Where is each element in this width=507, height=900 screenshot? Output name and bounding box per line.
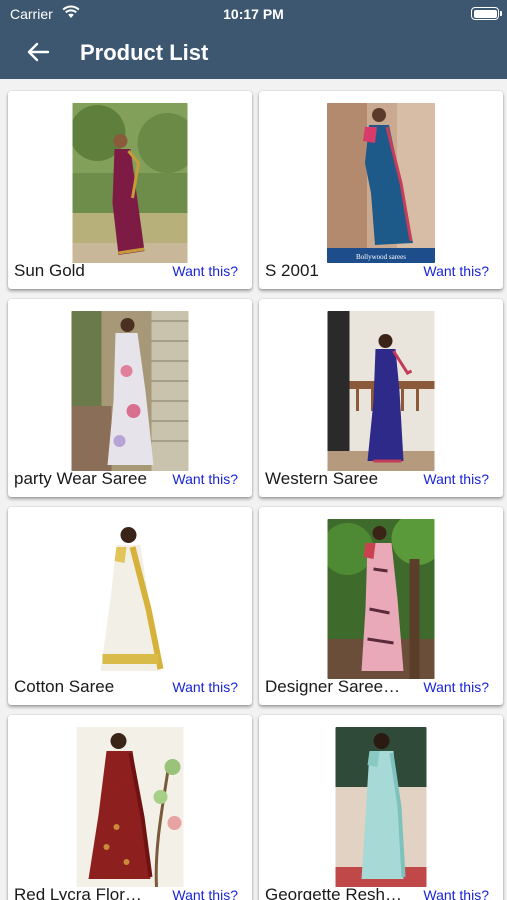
back-arrow-icon[interactable] (24, 38, 52, 66)
product-card[interactable]: Sun Gold Want this? (8, 91, 252, 289)
product-card[interactable]: party Wear Saree Want this? (8, 299, 252, 497)
product-card[interactable]: Western Saree Want this? (259, 299, 503, 497)
product-name: Sun Gold (14, 261, 85, 280)
want-this-link[interactable]: Want this? (423, 263, 489, 279)
battery-icon (471, 7, 502, 20)
product-name: Red Lycra Flor… (14, 885, 142, 900)
product-grid[interactable]: Sun Gold Want this? Bollywood sarees S 2… (0, 79, 507, 900)
product-name: Cotton Saree (14, 677, 115, 696)
want-this-link[interactable]: Want this? (423, 887, 489, 900)
product-name: Designer Saree… (265, 677, 401, 696)
product-image[interactable] (72, 103, 188, 263)
product-name: party Wear Saree (14, 469, 147, 488)
product-card[interactable]: Bollywood sarees S 2001 Want this? (259, 91, 503, 289)
product-image[interactable] (335, 727, 427, 887)
product-image[interactable]: Bollywood sarees (327, 103, 435, 263)
product-image[interactable] (71, 311, 189, 471)
want-this-link[interactable]: Want this? (172, 263, 238, 279)
product-name: Western Saree (265, 469, 379, 488)
product-card[interactable]: Georgette Resh… Want this? (259, 715, 503, 900)
product-name: Georgette Resh… (265, 885, 403, 900)
product-card[interactable]: Cotton Saree Want this? (8, 507, 252, 705)
product-image[interactable] (327, 519, 435, 679)
want-this-link[interactable]: Want this? (172, 471, 238, 487)
status-bar: Carrier 10:17 PM (0, 0, 507, 28)
want-this-link[interactable]: Want this? (172, 887, 238, 900)
image-caption: Bollywood sarees (356, 253, 406, 261)
status-time: 10:17 PM (223, 6, 284, 22)
product-image[interactable] (92, 519, 168, 679)
product-image[interactable] (76, 727, 184, 887)
product-image[interactable] (327, 311, 435, 471)
want-this-link[interactable]: Want this? (423, 471, 489, 487)
navigation-bar: Carrier 10:17 PM Product List (0, 0, 507, 79)
product-card[interactable]: Red Lycra Flor… Want this? (8, 715, 252, 900)
page-title: Product List (80, 40, 209, 65)
product-card[interactable]: Designer Saree… Want this? (259, 507, 503, 705)
want-this-link[interactable]: Want this? (172, 679, 238, 695)
product-name: S 2001 (265, 261, 319, 280)
want-this-link[interactable]: Want this? (423, 679, 489, 695)
